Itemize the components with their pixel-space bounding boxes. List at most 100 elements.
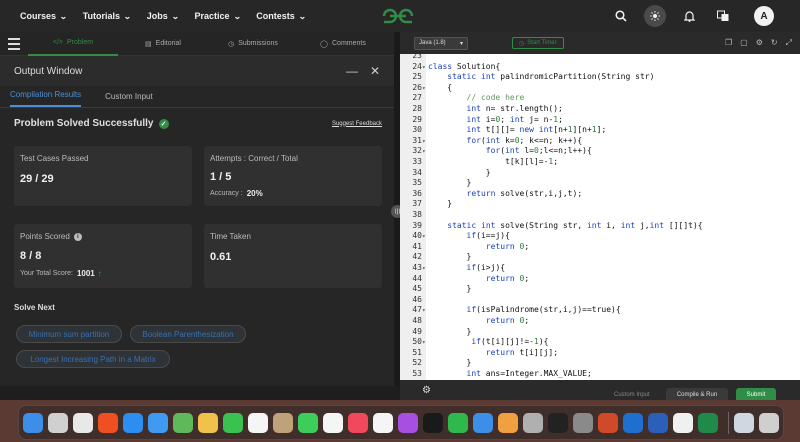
calendar-icon[interactable] xyxy=(248,412,268,433)
line-number: 39 xyxy=(412,220,422,230)
settings-icon[interactable] xyxy=(573,412,593,433)
line-number: 27 xyxy=(412,93,422,103)
tab-custom-input[interactable]: Custom Input xyxy=(105,92,153,107)
minimize-icon[interactable]: — xyxy=(346,64,358,78)
tab-comments[interactable]: ◯ Comments xyxy=(298,32,388,56)
terminal-icon[interactable] xyxy=(548,412,568,433)
excel-icon[interactable] xyxy=(698,412,718,433)
line-number: 28 xyxy=(412,104,422,113)
editor-actions: ❐ ▢ ⚙ ↻ ⤢ xyxy=(725,38,792,48)
nav-courses[interactable]: Courses ⌄ xyxy=(20,11,67,21)
editor-bottom-bar: ⚙ Custom Input Compile & Run Submit xyxy=(400,380,800,402)
avatar[interactable]: A xyxy=(754,6,774,26)
code-text: int t[][]= new int[n+1][n+1]; xyxy=(466,125,607,135)
code-text: for(int l=0;l<=n;l++){ xyxy=(485,146,592,156)
nav-practice[interactable]: Practice ⌄ xyxy=(194,11,240,21)
line-number: 45 xyxy=(412,284,422,294)
custom-input-button[interactable]: Custom Input xyxy=(614,392,650,398)
safari-icon[interactable] xyxy=(123,412,143,433)
line-number: 50 xyxy=(412,337,422,347)
outlook-icon[interactable] xyxy=(623,412,643,433)
news-icon[interactable] xyxy=(373,412,393,433)
numbers-icon[interactable] xyxy=(448,412,468,433)
close-icon[interactable]: ✕ xyxy=(370,64,380,78)
trash-icon[interactable] xyxy=(759,412,779,433)
messages-icon[interactable] xyxy=(298,412,318,433)
code-text: if(i>j){ xyxy=(466,263,506,272)
code-line: 46 xyxy=(400,295,800,306)
fullscreen-icon[interactable]: ⤢ xyxy=(786,38,792,48)
line-number: 25 xyxy=(412,72,422,82)
tab-problem[interactable]: </> Problem xyxy=(28,32,118,56)
maps-icon[interactable] xyxy=(173,412,193,433)
piano-icon[interactable] xyxy=(673,412,693,433)
code-text: if(i==j){ xyxy=(466,231,510,241)
tab-submissions[interactable]: ◷ Submissions xyxy=(208,32,298,56)
music-icon[interactable] xyxy=(348,412,368,433)
settings-icon[interactable]: ⚙ xyxy=(756,38,763,48)
code-text: return solve(str,i,j,t); xyxy=(466,188,583,198)
reminders-icon[interactable] xyxy=(323,412,343,433)
photos-icon[interactable] xyxy=(198,412,218,433)
line-number: 33 xyxy=(412,157,422,166)
code-line: 39 static int solve(String str, int i, i… xyxy=(400,221,800,232)
theme-toggle-icon[interactable] xyxy=(644,5,666,27)
code-line: 30 int t[][]= new int[n+1][n+1]; xyxy=(400,125,800,136)
tab-editorial[interactable]: ▤ Editorial xyxy=(118,32,208,56)
chevron-down-icon: ⌄ xyxy=(123,11,132,21)
output-header: Output Window — ✕ xyxy=(0,56,394,86)
suggestion-chip[interactable]: Minimum sum partition xyxy=(16,325,122,343)
start-timer-button[interactable]: ◷ Start Timer xyxy=(512,37,564,49)
bell-icon[interactable] xyxy=(678,5,700,27)
finder-icon[interactable] xyxy=(23,412,43,433)
word-icon[interactable] xyxy=(648,412,668,433)
mail-icon[interactable] xyxy=(148,412,168,433)
problem-tabs: </> Problem ▤ Editorial ◷ Submissions ◯ Comment… xyxy=(0,32,394,56)
suggestion-chip[interactable]: Boolean Parenthesization xyxy=(130,325,246,343)
tv-icon[interactable] xyxy=(423,412,443,433)
chrome-icon[interactable] xyxy=(73,412,93,433)
code-text: if(isPalindrome(str,i,j)==true){ xyxy=(466,305,621,315)
top-nav: Courses ⌄ Tutorials ⌄ Jobs ⌄ Practice ⌄ Contests… xyxy=(0,0,800,32)
notes-icon[interactable] xyxy=(523,412,543,433)
reset-icon[interactable]: ↻ xyxy=(771,38,778,48)
language-select[interactable]: Java (1.8) ▾ xyxy=(414,36,468,50)
accuracy-row: Accuracy : 20% xyxy=(210,189,376,198)
code-text: } xyxy=(428,178,472,188)
keynote-icon[interactable] xyxy=(473,412,493,433)
launchpad-icon[interactable] xyxy=(48,412,68,433)
code-editor[interactable]: 23 24▾ class Solution{25 static int palin… xyxy=(400,54,800,380)
menu-icon[interactable] xyxy=(0,32,28,56)
facetime-icon[interactable] xyxy=(223,412,243,433)
code-text: return 0; xyxy=(485,316,530,325)
nav-label: Courses xyxy=(20,11,57,21)
brave-icon[interactable] xyxy=(98,412,118,433)
tab-compilation-results[interactable]: Compilation Results xyxy=(10,90,82,107)
downloads-icon[interactable] xyxy=(734,412,754,433)
code-text: return 0; xyxy=(485,241,530,251)
copy-icon[interactable]: ❐ xyxy=(725,38,732,48)
pages-icon[interactable] xyxy=(498,412,518,433)
code-line: 44 return 0; xyxy=(400,274,800,285)
search-icon[interactable] xyxy=(610,5,632,27)
powerpoint-icon[interactable] xyxy=(598,412,618,433)
gear-icon[interactable]: ⚙ xyxy=(422,385,431,396)
info-icon[interactable]: i xyxy=(73,232,82,241)
line-number: 36 xyxy=(412,188,422,198)
suggest-feedback-link[interactable]: Suggest Feedback xyxy=(332,121,382,127)
line-number: 49 xyxy=(412,326,422,336)
accuracy-value: 20% xyxy=(246,189,263,198)
gfg-logo[interactable] xyxy=(380,6,416,26)
nav-tutorials[interactable]: Tutorials ⌄ xyxy=(83,11,132,21)
translate-icon[interactable] xyxy=(712,5,734,27)
nav-contests[interactable]: Contests ⌄ xyxy=(256,11,306,21)
suggestion-chip[interactable]: Longest Increasing Path in a Matrix xyxy=(16,350,170,368)
file-icon[interactable]: ▢ xyxy=(740,38,748,48)
contacts-icon[interactable] xyxy=(273,412,293,433)
nav-jobs[interactable]: Jobs ⌄ xyxy=(147,11,179,21)
code-line: 41 return 0; xyxy=(400,242,800,253)
nav-label: Contests xyxy=(256,11,295,21)
total-score-row: Your Total Score: 1001 ↑ xyxy=(20,269,186,278)
dock xyxy=(18,405,784,440)
podcasts-icon[interactable] xyxy=(398,412,418,433)
